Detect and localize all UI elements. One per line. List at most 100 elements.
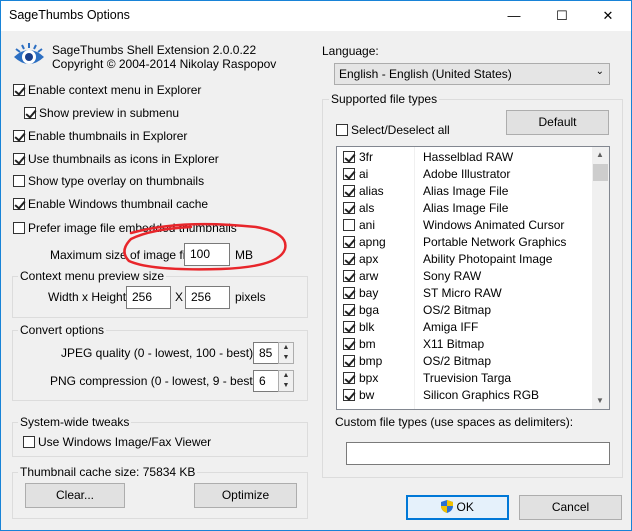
png-compression-input[interactable]: 6 <box>253 370 279 392</box>
list-item-checkbox[interactable] <box>343 355 355 367</box>
show-preview-submenu-label: Show preview in submenu <box>39 106 180 120</box>
list-item-desc: Truevision Targa <box>423 371 512 385</box>
tweaks-group-label: System-wide tweaks <box>18 415 132 429</box>
jpeg-quality-input[interactable]: 85 <box>253 342 279 364</box>
list-item[interactable]: bay ST Micro RAW <box>337 285 593 302</box>
preview-size-unit: pixels <box>235 290 266 304</box>
list-item-checkbox[interactable] <box>343 202 355 214</box>
select-all-checkbox[interactable] <box>336 124 348 136</box>
ok-button[interactable]: OK <box>406 495 509 520</box>
list-item-desc: Hasselblad RAW <box>423 150 514 164</box>
list-item[interactable]: arw Sony RAW <box>337 268 593 285</box>
fax-viewer-checkbox[interactable] <box>23 436 35 448</box>
list-item-ext: bga <box>359 303 380 317</box>
list-item-checkbox[interactable] <box>343 338 355 350</box>
list-item-desc: Alias Image File <box>423 201 509 215</box>
list-item-ext: ani <box>359 218 376 232</box>
list-item[interactable]: apx Ability Photopaint Image <box>337 251 593 268</box>
list-item[interactable]: bpx Truevision Targa <box>337 370 593 387</box>
jpeg-quality-label: JPEG quality (0 - lowest, 100 - best): <box>61 346 257 360</box>
chevron-down-icon: ⌄ <box>595 66 604 77</box>
width-height-label: Width x Height: <box>48 290 130 304</box>
list-item[interactable]: blk Amiga IFF <box>337 319 593 336</box>
optimize-cache-button[interactable]: Optimize <box>194 483 297 508</box>
list-item[interactable]: apng Portable Network Graphics <box>337 234 593 251</box>
list-item-checkbox[interactable] <box>343 253 355 265</box>
list-item[interactable]: alias Alias Image File <box>337 183 593 200</box>
list-item-ext: 3fr <box>359 150 374 164</box>
prefer-embedded-checkbox[interactable] <box>13 222 25 234</box>
list-item-ext: bw <box>359 388 375 402</box>
list-item-checkbox[interactable] <box>343 389 355 401</box>
options-window: SageThumbs Options — ☐ ✕ SageThumbs Shel… <box>0 0 632 531</box>
spin-up-icon[interactable]: ▲ <box>279 343 293 353</box>
maximize-button[interactable]: ☐ <box>539 1 585 31</box>
default-button[interactable]: Default <box>506 110 609 135</box>
list-item-checkbox[interactable] <box>343 304 355 316</box>
list-item-checkbox[interactable] <box>343 219 355 231</box>
list-item[interactable]: bmp OS/2 Bitmap <box>337 353 593 370</box>
list-item-checkbox[interactable] <box>343 168 355 180</box>
preview-size-group-label: Context menu preview size <box>18 269 167 283</box>
list-item[interactable]: bm X11 Bitmap <box>337 336 593 353</box>
show-preview-submenu-checkbox[interactable] <box>24 107 36 119</box>
list-item-ext: als <box>359 201 375 215</box>
list-item[interactable]: als Alias Image File <box>337 200 593 217</box>
spin-down-icon[interactable]: ▼ <box>279 381 293 391</box>
scroll-thumb[interactable] <box>593 164 608 181</box>
convert-options-group-label: Convert options <box>18 323 107 337</box>
list-item-checkbox[interactable] <box>343 151 355 163</box>
list-item-desc: X11 Bitmap <box>423 337 485 351</box>
list-item-desc: Silicon Graphics RGB <box>423 388 540 402</box>
scrollbar[interactable]: ▲ ▼ <box>592 147 609 409</box>
language-select[interactable]: English - English (United States) ⌄ <box>334 63 610 85</box>
list-item-checkbox[interactable] <box>343 372 355 384</box>
close-button[interactable]: ✕ <box>585 1 631 31</box>
window-title: SageThumbs Options <box>9 8 130 22</box>
list-item[interactable]: bw Silicon Graphics RGB <box>337 387 593 404</box>
spin-down-icon[interactable]: ▼ <box>279 353 293 363</box>
scroll-up-icon[interactable]: ▲ <box>596 150 604 159</box>
list-item-desc: OS/2 Bitmap <box>423 303 492 317</box>
custom-types-label: Custom file types (use spaces as delimit… <box>335 415 574 429</box>
png-compression-spinner[interactable]: ▲ ▼ <box>278 370 294 392</box>
list-item-checkbox[interactable] <box>343 270 355 282</box>
type-overlay-checkbox[interactable] <box>13 175 25 187</box>
list-item-ext: apng <box>359 235 386 249</box>
preview-width-input[interactable]: 256 <box>126 286 171 309</box>
list-item-checkbox[interactable] <box>343 287 355 299</box>
list-item-desc: Adobe Illustrator <box>423 167 511 181</box>
list-item-ext: apx <box>359 252 379 266</box>
size-separator: X <box>175 290 184 304</box>
language-label: Language: <box>322 44 379 58</box>
list-item-checkbox[interactable] <box>343 321 355 333</box>
list-item-checkbox[interactable] <box>343 185 355 197</box>
jpeg-quality-spinner[interactable]: ▲ ▼ <box>278 342 294 364</box>
ok-label: OK <box>456 500 474 514</box>
enable-thumbnails-checkbox[interactable] <box>13 130 25 142</box>
list-item-ext: bpx <box>359 371 379 385</box>
use-as-icons-label: Use thumbnails as icons in Explorer <box>28 152 219 166</box>
list-item-desc: Amiga IFF <box>423 320 479 334</box>
scroll-down-icon[interactable]: ▼ <box>596 396 604 405</box>
list-item-ext: alias <box>359 184 384 198</box>
list-item[interactable]: ai Adobe Illustrator <box>337 166 593 183</box>
list-item-checkbox[interactable] <box>343 236 355 248</box>
list-item[interactable]: bga OS/2 Bitmap <box>337 302 593 319</box>
list-item-ext: bay <box>359 286 379 300</box>
preview-height-input[interactable]: 256 <box>185 286 230 309</box>
max-size-input[interactable]: 100 <box>184 243 230 266</box>
custom-types-input[interactable] <box>346 442 610 465</box>
minimize-button[interactable]: — <box>491 1 537 31</box>
list-item[interactable]: ani Windows Animated Cursor <box>337 217 593 234</box>
file-types-list[interactable]: 3fr Hasselblad RAW ai Adobe Illustrator alia… <box>336 146 610 410</box>
use-as-icons-checkbox[interactable] <box>13 153 25 165</box>
spin-up-icon[interactable]: ▲ <box>279 371 293 381</box>
clear-cache-button[interactable]: Clear... <box>25 483 125 508</box>
copyright-text: Copyright © 2004-2014 Nikolay Raspopov <box>52 57 277 71</box>
windows-cache-checkbox[interactable] <box>13 198 25 210</box>
cancel-button[interactable]: Cancel <box>519 495 622 520</box>
enable-context-menu-checkbox[interactable] <box>13 84 25 96</box>
list-item[interactable]: 3fr Hasselblad RAW <box>337 149 593 166</box>
file-types-group-label: Supported file types <box>329 92 440 106</box>
